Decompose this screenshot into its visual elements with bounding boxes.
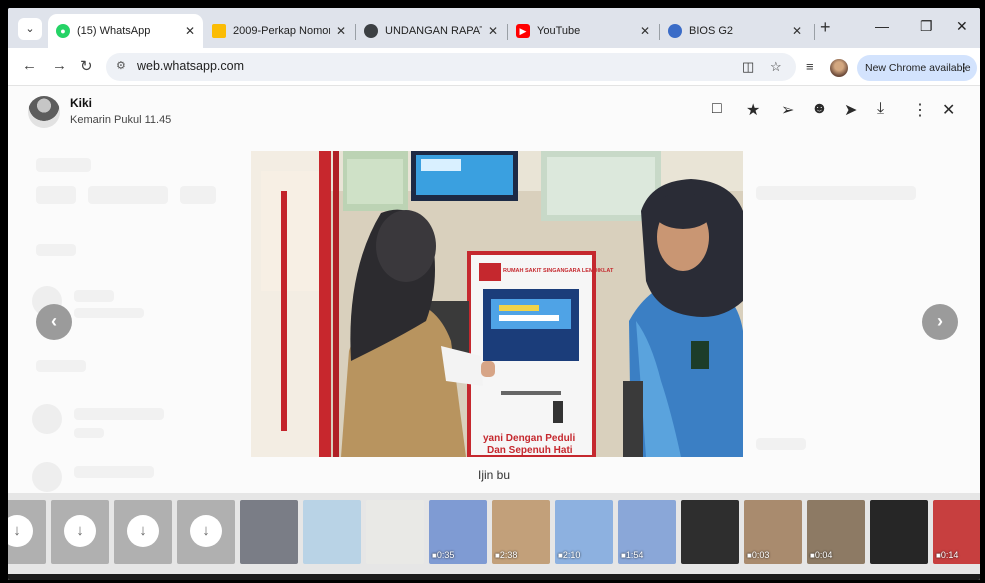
thumbnail-image[interactable] <box>366 500 424 564</box>
sender-avatar[interactable] <box>28 96 60 128</box>
whatsapp-icon: ● <box>56 24 70 38</box>
background-search <box>36 158 91 172</box>
kiosk-slogan-line1: yani Dengan Peduli <box>483 433 575 444</box>
browser-window: ⌄ ● (15) WhatsApp ✕ 2009-Perkap Nomor 13… <box>8 8 980 580</box>
background-row <box>74 308 144 318</box>
thumbnail-download[interactable]: ↓ <box>8 500 46 564</box>
close-tab-icon[interactable]: ✕ <box>792 24 802 38</box>
emoji-icon[interactable]: ☻ <box>811 100 828 118</box>
kiosk-sign: RUMAH SAKIT SINGANGARA LEMDIKLAT <box>503 268 614 274</box>
back-button[interactable]: ← <box>22 57 37 74</box>
thumbnail-image[interactable] <box>303 500 361 564</box>
star-icon[interactable]: ★ <box>746 100 760 120</box>
url-text[interactable]: web.whatsapp.com <box>137 59 244 73</box>
thumbnail-download[interactable]: ↓ <box>177 500 235 564</box>
message-icon[interactable]: □ <box>712 100 722 118</box>
chrome-update-button[interactable]: New Chrome available ⋮ <box>857 55 977 81</box>
background-filter <box>180 186 216 204</box>
close-tab-icon[interactable]: ✕ <box>185 24 195 38</box>
background-label <box>36 360 86 372</box>
drive-icon <box>212 24 226 38</box>
video-duration: 0:14 <box>936 550 959 560</box>
browser-toolbar: ← → ↻ ⚙ web.whatsapp.com ◫ ☆ ≡ New Chrom… <box>8 48 980 86</box>
thumbnail-video[interactable] <box>870 500 928 564</box>
background-row <box>74 408 164 420</box>
youtube-icon: ▶ <box>516 24 530 38</box>
close-tab-icon[interactable]: ✕ <box>488 24 498 38</box>
download-icon[interactable]: ↓ <box>190 515 222 547</box>
tab-perkap[interactable]: 2009-Perkap Nomor 13 T ✕ <box>204 14 354 48</box>
media-viewer: Kiki Kemarin Pukul 11.45 □ ★ ➢ ☻ ➤ ⤓ ⋮ ✕ <box>8 86 980 580</box>
thumbnail-download[interactable]: ↓ <box>51 500 109 564</box>
reload-button[interactable]: ↻ <box>80 57 93 75</box>
thumbnail-download[interactable]: ↓ <box>114 500 172 564</box>
video-duration: 0:04 <box>810 550 833 560</box>
thumbnail-video[interactable]: 0:04 <box>807 500 865 564</box>
tab-search-button[interactable]: ⌄ <box>18 18 42 40</box>
os-taskbar <box>8 574 980 580</box>
install-app-icon[interactable]: ◫ <box>742 59 754 75</box>
bookmark-star-icon[interactable]: ☆ <box>770 59 782 75</box>
kiosk-slogan-line2: Dan Sepenuh Hati <box>487 445 573 456</box>
tab-bios[interactable]: BIOS G2 ✕ <box>660 14 810 48</box>
download-icon[interactable]: ↓ <box>64 515 96 547</box>
message-timestamp: Kemarin Pukul 11.45 <box>70 114 172 126</box>
thumbnail-video[interactable]: 0:03 <box>744 500 802 564</box>
close-tab-icon[interactable]: ✕ <box>640 24 650 38</box>
background-row <box>74 290 114 302</box>
media-caption: Ijin bu <box>477 468 511 482</box>
profile-avatar[interactable] <box>830 59 848 77</box>
thumbnail-image[interactable] <box>240 500 298 564</box>
download-icon[interactable]: ↓ <box>127 515 159 547</box>
new-tab-button[interactable]: + <box>820 17 831 38</box>
tab-strip: ⌄ ● (15) WhatsApp ✕ 2009-Perkap Nomor 13… <box>8 8 980 48</box>
download-icon[interactable]: ↓ <box>8 515 33 547</box>
thumbnail-video[interactable]: 1:54 <box>618 500 676 564</box>
minimize-button[interactable]: — <box>875 18 889 34</box>
background-message <box>756 438 806 450</box>
pin-icon[interactable]: ➢ <box>781 100 794 120</box>
close-window-button[interactable]: ✕ <box>956 18 968 35</box>
thumbnail-video[interactable]: 0:14 <box>933 500 980 564</box>
video-duration: 2:38 <box>495 550 518 560</box>
thumbnail-video[interactable]: 0:35 <box>429 500 487 564</box>
video-duration: 1:54 <box>621 550 644 560</box>
video-duration: 2:10 <box>558 550 581 560</box>
restore-button[interactable]: ❐ <box>920 18 933 35</box>
previous-media-button[interactable]: ‹ <box>36 304 72 340</box>
forward-button[interactable]: → <box>52 57 67 74</box>
video-duration: 0:35 <box>432 550 455 560</box>
tab-whatsapp[interactable]: ● (15) WhatsApp ✕ <box>48 14 203 48</box>
download-icon[interactable]: ⤓ <box>877 100 884 118</box>
more-icon[interactable]: ⋮ <box>912 100 928 120</box>
close-tab-icon[interactable]: ✕ <box>336 24 346 38</box>
photo-illustration: RUMAH SAKIT SINGANGARA LEMDIKLAT yani De… <box>251 151 743 457</box>
reading-list-icon[interactable]: ≡ <box>806 59 814 74</box>
thumbnail-video[interactable]: 2:38 <box>492 500 550 564</box>
background-label <box>36 244 76 256</box>
forward-icon[interactable]: ➤ <box>844 100 857 120</box>
background-row <box>74 428 104 438</box>
thumbnail-video[interactable] <box>681 500 739 564</box>
background-filter <box>88 186 168 204</box>
background-message <box>756 186 916 200</box>
background-avatar <box>32 404 62 434</box>
thumbnail-video[interactable]: 2:10 <box>555 500 613 564</box>
tab-youtube[interactable]: ▶ YouTube ✕ <box>508 14 658 48</box>
chrome-update-label: New Chrome available <box>865 62 971 74</box>
media-thumbnail-strip: ↓ ↓ ↓ ↓ 0:35 2:38 2:10 1:54 0:03 0:04 0:14 <box>8 493 980 580</box>
background-filter <box>36 186 76 204</box>
media-photo: RUMAH SAKIT SINGANGARA LEMDIKLAT yani De… <box>251 151 743 457</box>
browser-menu-icon[interactable]: ⋮ <box>959 55 970 81</box>
bios-icon <box>668 24 682 38</box>
tab-undangan[interactable]: UNDANGAN RAPAT KOO ✕ <box>356 14 506 48</box>
next-media-button[interactable]: › <box>922 304 958 340</box>
globe-icon <box>364 24 378 38</box>
video-duration: 0:03 <box>747 550 770 560</box>
tab-divider <box>814 24 815 40</box>
close-icon[interactable]: ✕ <box>942 100 955 120</box>
sender-name: Kiki <box>70 96 93 110</box>
site-info-icon[interactable]: ⚙ <box>116 59 126 72</box>
address-bar[interactable]: ⚙ web.whatsapp.com ◫ ☆ <box>106 53 796 81</box>
